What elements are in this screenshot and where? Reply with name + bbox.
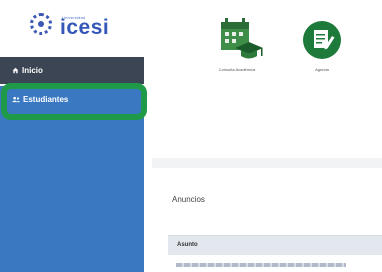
panel-divider <box>152 158 382 168</box>
shortcut-consulta-academica[interactable]: Consulta Académica <box>207 16 267 76</box>
column-header-asunto[interactable]: Asunto <box>177 242 198 248</box>
sidebar-item-inicio[interactable]: Inicio <box>0 57 144 84</box>
logo-word: icesi <box>60 16 110 39</box>
sidebar: Universidad icesi Inicio Estudiantes <box>0 0 147 272</box>
announcements-table-header: Asunto <box>168 235 382 255</box>
shortcuts-panel: Consulta Académica Agenda <box>152 0 382 158</box>
table-row[interactable] <box>168 255 382 272</box>
sidebar-item-label: Inicio <box>22 66 43 75</box>
shortcut-label: Agenda <box>315 67 329 72</box>
home-icon <box>12 67 19 74</box>
agenda-edit-icon <box>303 21 341 59</box>
logo-ring-icon <box>30 13 52 35</box>
main-content: Consulta Académica Agenda Anuncios Asunt… <box>152 0 382 272</box>
announcements-title: Anuncios <box>172 195 205 204</box>
icesi-logo[interactable]: Universidad icesi <box>30 8 120 40</box>
sidebar-background <box>0 113 144 272</box>
blurred-row-text <box>176 263 346 267</box>
shortcut-agenda[interactable]: Agenda <box>292 16 352 76</box>
shortcut-label: Consulta Académica <box>218 67 256 72</box>
selection-highlight-outline <box>1 83 147 120</box>
calendar-graduation-icon <box>221 18 263 59</box>
announcements-panel: Anuncios Asunto <box>152 168 382 272</box>
